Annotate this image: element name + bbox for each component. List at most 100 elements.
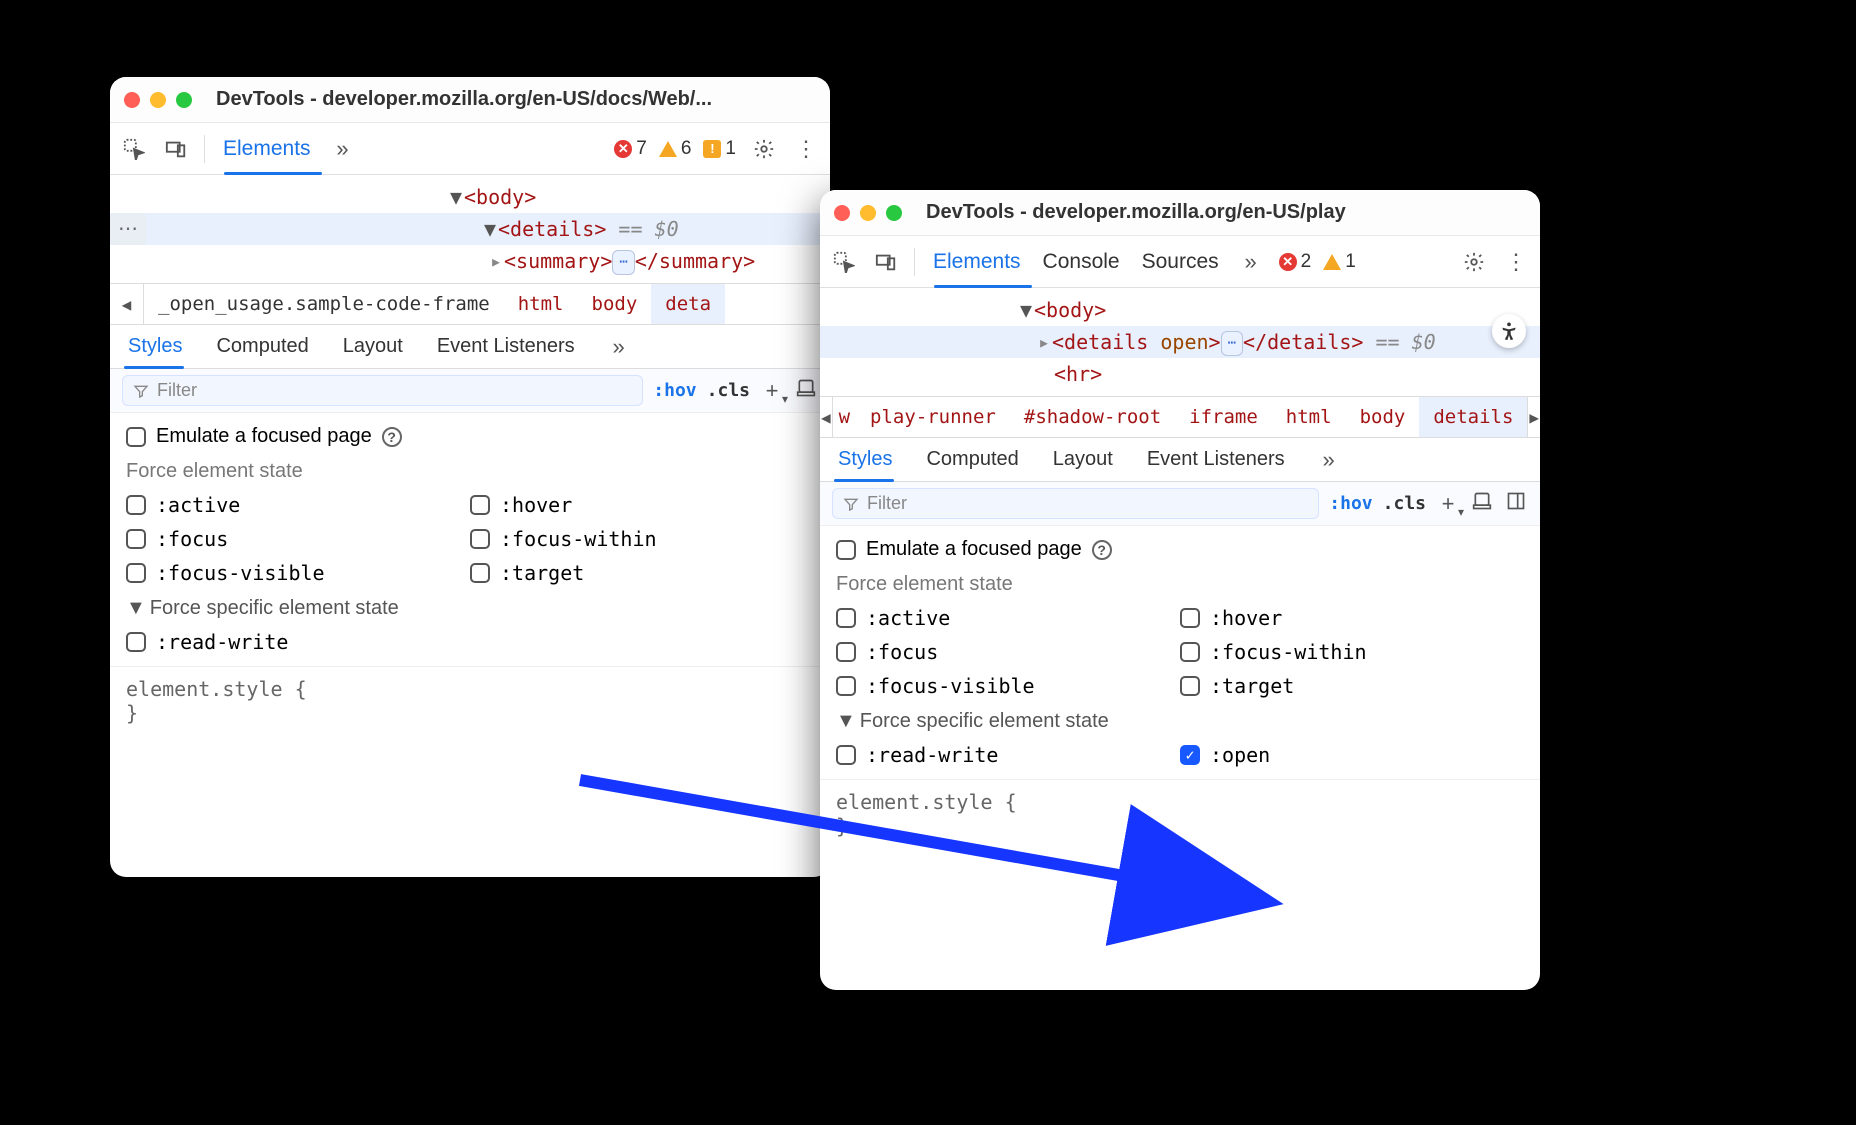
crumb-frame[interactable]: _open_usage.sample-code-frame: [144, 293, 504, 315]
force-state-heading: Force element state: [836, 573, 1524, 596]
state-active-checkbox[interactable]: [836, 608, 856, 628]
crumb-shadow-root[interactable]: #shadow-root: [1010, 406, 1175, 428]
breadcrumb-left-icon[interactable]: ◀: [110, 284, 144, 324]
subtab-styles[interactable]: Styles: [124, 335, 186, 358]
subtab-computed[interactable]: Computed: [922, 448, 1022, 471]
tab-elements[interactable]: Elements: [219, 137, 315, 161]
element-style-block[interactable]: element.style { }: [110, 666, 830, 725]
crumb-details[interactable]: details: [1419, 397, 1527, 437]
emulate-focused-label: Emulate a focused page: [866, 538, 1082, 561]
more-tabs-icon[interactable]: »: [329, 135, 357, 163]
breadcrumb: ◀ w play-runner #shadow-root iframe html…: [820, 396, 1540, 438]
subtab-event-listeners[interactable]: Event Listeners: [433, 335, 579, 358]
crumb-body[interactable]: body: [578, 293, 652, 315]
subtab-event-listeners[interactable]: Event Listeners: [1143, 448, 1289, 471]
state-hover-checkbox[interactable]: [1180, 608, 1200, 628]
line-handle-icon[interactable]: ⋯: [110, 213, 146, 245]
tab-elements[interactable]: Elements: [929, 250, 1025, 274]
help-icon[interactable]: ?: [1092, 540, 1112, 560]
collapsed-content-icon[interactable]: ⋯: [1221, 331, 1243, 355]
new-style-rule-icon[interactable]: +▾: [760, 378, 784, 404]
computed-sidebar-icon[interactable]: [1504, 491, 1528, 516]
device-toolbar-icon[interactable]: [162, 135, 190, 163]
warning-badge[interactable]: 1: [1323, 251, 1356, 273]
error-badge[interactable]: ✕7: [614, 138, 647, 160]
more-tabs-icon[interactable]: »: [1237, 248, 1265, 276]
tab-console[interactable]: Console: [1039, 250, 1124, 274]
zoom-window-icon[interactable]: [886, 205, 902, 221]
titlebar: DevTools - developer.mozilla.org/en-US/d…: [110, 77, 830, 123]
minimize-window-icon[interactable]: [150, 92, 166, 108]
close-window-icon[interactable]: [124, 92, 140, 108]
device-toolbar-icon[interactable]: [872, 248, 900, 276]
state-read-write-checkbox[interactable]: [126, 632, 146, 652]
more-menu-icon[interactable]: ⋮: [792, 135, 820, 163]
state-hover-checkbox[interactable]: [470, 495, 490, 515]
devtools-window-2: DevTools - developer.mozilla.org/en-US/p…: [820, 190, 1540, 990]
rendering-emulations-icon[interactable]: [794, 378, 818, 403]
rendering-emulations-icon[interactable]: [1470, 491, 1494, 516]
status-badges: ✕7 6 !1: [614, 138, 736, 160]
more-menu-icon[interactable]: ⋮: [1502, 248, 1530, 276]
devtools-toolbar: Elements Console Sources » ✕2 1 ⋮: [820, 236, 1540, 288]
filter-input[interactable]: Filter: [832, 488, 1319, 519]
warning-badge[interactable]: 6: [659, 138, 692, 160]
state-target-checkbox[interactable]: [1180, 676, 1200, 696]
cls-toggle[interactable]: .cls: [1383, 493, 1426, 514]
window-controls: [124, 92, 192, 108]
styles-content: Emulate a focused page ? Force element s…: [110, 413, 830, 733]
accessibility-icon[interactable]: [1492, 314, 1526, 348]
inspect-icon[interactable]: [830, 248, 858, 276]
state-open-checkbox[interactable]: [1180, 745, 1200, 765]
zoom-window-icon[interactable]: [176, 92, 192, 108]
issues-badge[interactable]: !1: [703, 138, 736, 160]
crumb-w[interactable]: w: [833, 406, 856, 428]
subtab-computed[interactable]: Computed: [212, 335, 312, 358]
filter-input[interactable]: Filter: [122, 375, 643, 406]
more-subtabs-icon[interactable]: »: [605, 333, 633, 361]
state-focus-visible-checkbox[interactable]: [126, 563, 146, 583]
subtab-styles[interactable]: Styles: [834, 448, 896, 471]
subtab-layout[interactable]: Layout: [339, 335, 407, 358]
minimize-window-icon[interactable]: [860, 205, 876, 221]
window-controls: [834, 205, 902, 221]
force-specific-toggle[interactable]: ▼Force specific element state: [836, 710, 1524, 733]
hov-toggle[interactable]: :hov: [653, 380, 696, 401]
state-read-write-checkbox[interactable]: [836, 745, 856, 765]
state-active-checkbox[interactable]: [126, 495, 146, 515]
state-focus-within-checkbox[interactable]: [470, 529, 490, 549]
emulate-focused-checkbox[interactable]: [836, 540, 856, 560]
subtab-layout[interactable]: Layout: [1049, 448, 1117, 471]
styles-subtabs: Styles Computed Layout Event Listeners »: [820, 438, 1540, 482]
crumb-html[interactable]: html: [504, 293, 578, 315]
close-window-icon[interactable]: [834, 205, 850, 221]
crumb-html[interactable]: html: [1272, 406, 1346, 428]
breadcrumb-right-icon[interactable]: ▶: [1527, 397, 1540, 437]
element-style-block[interactable]: element.style { }: [820, 779, 1540, 838]
cls-toggle[interactable]: .cls: [707, 380, 750, 401]
new-style-rule-icon[interactable]: +▾: [1436, 491, 1460, 517]
error-badge[interactable]: ✕2: [1279, 251, 1312, 273]
more-subtabs-icon[interactable]: »: [1315, 446, 1343, 474]
state-focus-visible-checkbox[interactable]: [836, 676, 856, 696]
crumb-details[interactable]: deta: [651, 284, 725, 324]
state-focus-checkbox[interactable]: [126, 529, 146, 549]
settings-icon[interactable]: [1460, 248, 1488, 276]
tab-sources[interactable]: Sources: [1138, 250, 1223, 274]
state-target-checkbox[interactable]: [470, 563, 490, 583]
collapsed-content-icon[interactable]: ⋯: [612, 250, 634, 274]
hov-toggle[interactable]: :hov: [1329, 493, 1372, 514]
emulate-focused-checkbox[interactable]: [126, 427, 146, 447]
dom-tree[interactable]: ▼<body> ⋯ ▼<details> == $0 ▸<summary>⋯</…: [110, 175, 830, 283]
crumb-iframe[interactable]: iframe: [1175, 406, 1272, 428]
crumb-play-runner[interactable]: play-runner: [856, 406, 1010, 428]
inspect-icon[interactable]: [120, 135, 148, 163]
force-specific-toggle[interactable]: ▼Force specific element state: [126, 597, 814, 620]
state-focus-checkbox[interactable]: [836, 642, 856, 662]
help-icon[interactable]: ?: [382, 427, 402, 447]
settings-icon[interactable]: [750, 135, 778, 163]
dom-tree[interactable]: ▼<body> ▸<details open>⋯</details> == $0…: [820, 288, 1540, 396]
breadcrumb-left-icon[interactable]: ◀: [820, 397, 833, 437]
crumb-body[interactable]: body: [1346, 406, 1420, 428]
state-focus-within-checkbox[interactable]: [1180, 642, 1200, 662]
